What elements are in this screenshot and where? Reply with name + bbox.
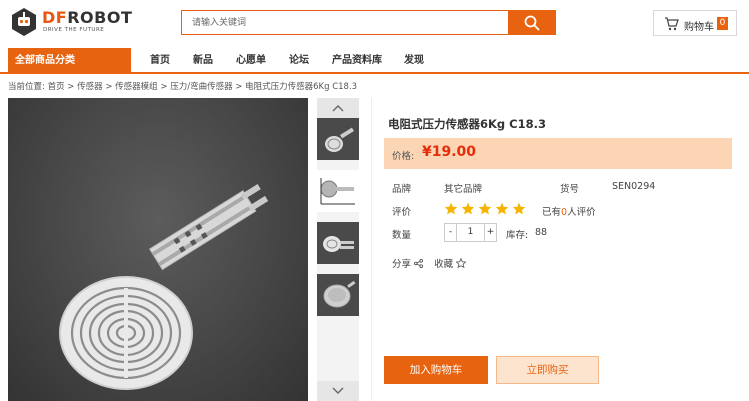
share-favorite-row: 分享 收藏 <box>392 256 467 270</box>
sku-value: SEN0294 <box>612 181 656 192</box>
breadcrumb-separator: > <box>105 82 113 92</box>
nav-item-library[interactable]: 产品资料库 <box>332 48 382 74</box>
qty-decrement-button[interactable]: - <box>445 224 457 241</box>
fsr-sensor-illustration <box>59 183 269 390</box>
main-nav: 全部商品分类 首页 新品 心愿单 论坛 产品资料库 发现 <box>0 46 749 74</box>
nav-item-new[interactable]: 新品 <box>193 48 213 74</box>
product-main-image[interactable] <box>8 98 308 401</box>
breadcrumb-sensors[interactable]: 传感器 <box>77 82 103 92</box>
reviews-prefix: 已有 <box>542 207 562 218</box>
breadcrumb-separator: > <box>67 82 75 92</box>
thumbnail-1[interactable] <box>317 118 359 160</box>
thumbnail-3[interactable] <box>317 222 359 264</box>
breadcrumb-current: 电阻式压力传感器6Kg C18.3 <box>245 82 358 92</box>
rating-stars <box>444 202 529 218</box>
search-input[interactable] <box>182 11 508 34</box>
breadcrumb: 当前位置: 首页 > 传感器 > 传感器模组 > 压力/弯曲传感器 > 电阻式压… <box>8 80 357 94</box>
product-title: 电阻式压力传感器6Kg C18.3 <box>388 117 546 131</box>
product-detail-panel: 电阻式压力传感器6Kg C18.3 价格: ¥19.00 品牌 其它品牌 货号 … <box>371 98 749 401</box>
thumbnail-strip <box>317 98 359 401</box>
nav-item-forum[interactable]: 论坛 <box>289 48 309 74</box>
reviews-summary[interactable]: 已有0人评价 <box>542 204 596 218</box>
thumbnail-2[interactable] <box>317 170 359 212</box>
star-icon <box>495 202 509 215</box>
reviews-suffix: 人评价 <box>567 207 596 218</box>
breadcrumb-home[interactable]: 当前位置: 首页 <box>8 82 65 92</box>
breadcrumb-sensor-modules[interactable]: 传感器模组 <box>115 82 158 92</box>
thumbnail-scroll-up[interactable] <box>317 98 359 118</box>
star-outline-icon <box>455 257 467 269</box>
star-icon <box>512 202 526 215</box>
qty-label: 数量 <box>392 230 412 241</box>
buy-now-button[interactable]: 立即购买 <box>496 356 599 384</box>
logo-tagline: DRIVE THE FUTURE <box>43 27 105 33</box>
cart-label: 购物车 <box>684 22 714 33</box>
quantity-stepper: - 1 + <box>444 223 497 242</box>
stock-value: 88 <box>535 227 548 238</box>
favorite-label: 收藏 <box>434 259 454 270</box>
star-icon <box>461 202 475 215</box>
all-categories-button[interactable]: 全部商品分类 <box>8 48 131 74</box>
search-box <box>181 10 509 35</box>
thumbnail-4[interactable] <box>317 274 359 316</box>
cart-count-badge: 0 <box>717 17 728 30</box>
breadcrumb-separator: > <box>160 82 168 92</box>
sku-label: 货号 <box>560 184 580 195</box>
qty-increment-button[interactable]: + <box>484 224 496 241</box>
cart-button[interactable]: 购物车 0 <box>653 10 737 36</box>
thumbnail-scroll-down[interactable] <box>317 381 359 401</box>
share-button[interactable]: 分享 <box>392 259 426 270</box>
search-button[interactable] <box>508 10 556 35</box>
dfrobot-logo[interactable]: DFROBOT DRIVE THE FUTURE <box>10 7 150 37</box>
nav-item-wishlist[interactable]: 心愿单 <box>236 48 266 74</box>
chevron-down-icon <box>332 387 344 394</box>
stock-label: 库存: <box>506 230 529 241</box>
share-label: 分享 <box>392 259 412 270</box>
star-icon <box>444 202 458 215</box>
qty-input[interactable]: 1 <box>457 224 484 241</box>
robot-logo-icon <box>12 8 36 36</box>
chevron-up-icon <box>332 105 344 112</box>
search-icon <box>524 15 540 31</box>
breadcrumb-pressure-sensors[interactable]: 压力/弯曲传感器 <box>170 82 232 92</box>
price-box: 价格: ¥19.00 <box>384 138 732 169</box>
price-label: 价格: <box>392 151 415 162</box>
favorite-button[interactable]: 收藏 <box>434 257 467 270</box>
price-value: ¥19.00 <box>422 144 477 160</box>
site-header: DFROBOT DRIVE THE FUTURE 购物车 0 <box>0 0 749 46</box>
share-icon <box>414 259 424 268</box>
breadcrumb-separator: > <box>235 82 243 92</box>
logo-wordmark: DFROBOT <box>42 8 133 27</box>
brand-label: 品牌 <box>392 184 412 195</box>
nav-item-discover[interactable]: 发现 <box>404 48 424 74</box>
rating-label: 评价 <box>392 207 412 218</box>
star-icon <box>478 202 492 215</box>
cart-icon <box>665 17 679 31</box>
add-to-cart-button[interactable]: 加入购物车 <box>384 356 488 384</box>
nav-item-home[interactable]: 首页 <box>150 48 170 74</box>
brand-value: 其它品牌 <box>444 184 483 195</box>
